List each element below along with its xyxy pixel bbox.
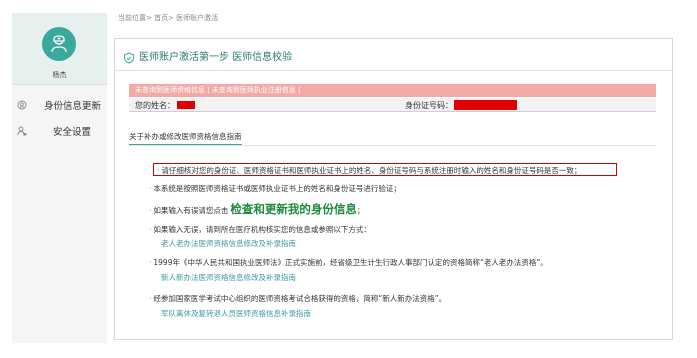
breadcrumb: 当前位置> 首页> 医师账户激活 bbox=[118, 14, 219, 22]
page-title: 医师账户激活第一步 医师信息校验 bbox=[139, 52, 293, 63]
list-item: · 1999年《中华人民共和国执业医师法》正式实施前，经省级卫生计生行政人事部门认… bbox=[149, 257, 548, 268]
sidebar-item-identity-update[interactable]: 身份信息更新 bbox=[12, 96, 107, 114]
sidebar-item-label: 安全设置 bbox=[53, 127, 92, 138]
bullet-marker: · bbox=[149, 225, 152, 234]
id-number-label: 身份证号码： bbox=[405, 101, 453, 110]
bullet-text: 本系统是按照医师资格证书或医师执业证书上的姓名和身份证号进行验证； bbox=[153, 184, 401, 193]
bullet-text: 如果输入有误请您点击 bbox=[153, 206, 229, 215]
user-lock-icon bbox=[17, 126, 27, 136]
sidebar: 杨杰 身份信息更新 安全设置 bbox=[12, 13, 107, 343]
shield-icon bbox=[123, 49, 135, 64]
military-retiree-guide-link[interactable]: 军队离休及复转退人员医师资格信息补录指南 bbox=[161, 308, 311, 319]
sidebar-item-label: 身份信息更新 bbox=[44, 101, 102, 112]
user-name: 杨杰 bbox=[52, 71, 67, 79]
bullet-text: 1999年《中华人民共和国执业医师法》正式实施前，经省级卫生计生行政人事部门认定… bbox=[153, 258, 548, 267]
bullet-text: 请仔细核对您的身份证、医师资格证书和医师执业证书上的姓名、身份证号码与系统注册时… bbox=[161, 166, 582, 175]
new-method-guide-link[interactable]: 新人新办法医师资格信息修改及补录指南 bbox=[161, 272, 296, 283]
list-item: · 本系统是按照医师资格证书或医师执业证书上的姓名和身份证号进行验证； bbox=[149, 183, 401, 194]
main-panel: 医师账户激活第一步 医师信息校验 未查询到医师资格信息 | 未查询到医师执业注册… bbox=[114, 38, 673, 340]
redacted-name bbox=[177, 101, 195, 109]
bullet-text: 经参加国家医学考试中心组织的医师资格考试合格获得的资格，简称“新人新办法资格”。 bbox=[153, 294, 447, 303]
list-item: · 经参加国家医学考试中心组织的医师资格考试合格获得的资格，简称“新人新办法资格”… bbox=[149, 293, 446, 304]
old-method-guide-link[interactable]: 老人老办法医师资格信息修改及补录指南 bbox=[161, 238, 296, 249]
bullet-marker: · bbox=[157, 166, 160, 175]
bullet-marker: · bbox=[149, 294, 152, 303]
highlighted-instruction: · 请仔细核对您的身份证、医师资格证书和医师执业证书上的姓名、身份证号码与系统注册… bbox=[153, 163, 617, 176]
list-item: · 如果输入无误，请到所在医疗机构核实您的信息或参照以下方式： bbox=[149, 224, 371, 235]
bullet-marker: · bbox=[149, 184, 152, 193]
profile-card: 杨杰 bbox=[12, 13, 107, 85]
bullet-text: 如果输入无误，请到所在医疗机构核实您的信息或参照以下方式： bbox=[153, 225, 371, 234]
subsection-title: 关于补办或修改医师资格信息指南 bbox=[129, 131, 242, 145]
bullet-marker: · bbox=[149, 206, 152, 215]
update-identity-link[interactable]: 检查和更新我的身份信息 bbox=[230, 202, 357, 216]
id-card-icon bbox=[17, 100, 27, 110]
info-row: 您的姓名： 身份证号码： bbox=[129, 98, 656, 112]
bullet-marker: · bbox=[149, 258, 152, 267]
error-alert: 未查询到医师资格信息 | 未查询到医师执业注册信息 | bbox=[129, 84, 656, 97]
doctor-avatar-icon bbox=[42, 27, 76, 61]
divider bbox=[129, 145, 656, 146]
panel-header: 医师账户激活第一步 医师信息校验 bbox=[115, 39, 672, 71]
list-item: · 如果输入有误请您点击 检查和更新我的身份信息； bbox=[149, 201, 364, 217]
name-label: 您的姓名： bbox=[135, 101, 175, 110]
redacted-id-number bbox=[454, 100, 517, 110]
sidebar-item-security-settings[interactable]: 安全设置 bbox=[12, 122, 107, 140]
bullet-text-suffix: ； bbox=[356, 206, 365, 215]
